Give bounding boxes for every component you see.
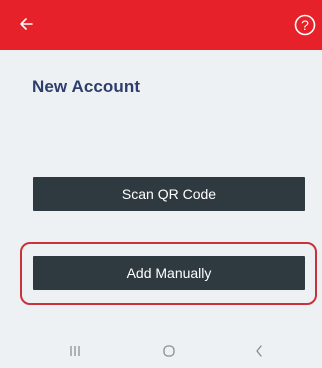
system-nav-bar [0,332,322,368]
svg-text:?: ? [301,17,309,33]
recent-apps-button[interactable] [60,342,90,360]
back-button[interactable] [14,12,38,36]
nav-back-icon [256,345,262,357]
question-circle-icon: ? [294,14,316,36]
page-title: New Account [32,77,141,96]
help-button[interactable]: ? [294,14,316,36]
nav-back-button[interactable] [244,342,274,360]
home-icon [163,345,175,357]
add-manually-button[interactable]: Add Manually [33,256,305,290]
arrow-left-icon [20,18,33,30]
home-button[interactable] [154,342,184,360]
recent-apps-icon [70,346,80,356]
scan-qr-code-button[interactable]: Scan QR Code [33,177,305,211]
app-bar: ? [0,0,322,50]
